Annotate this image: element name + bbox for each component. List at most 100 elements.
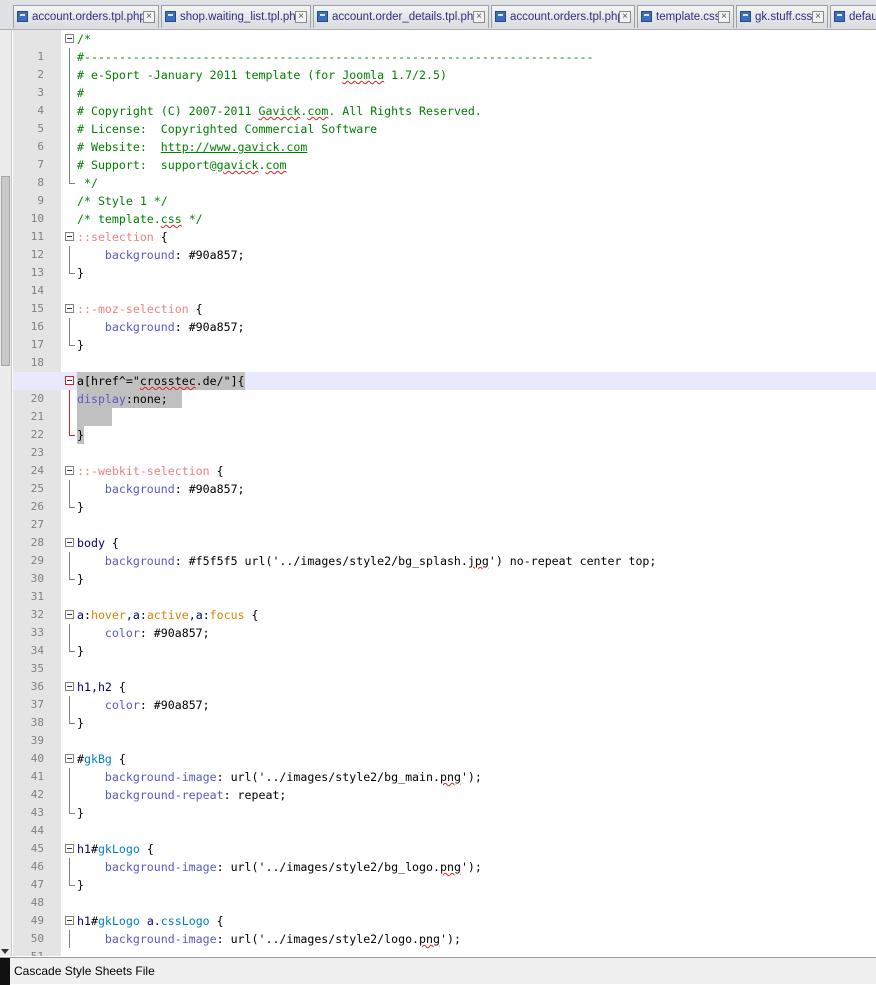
code-line: 39 } [13,714,876,747]
code-text: #---------------------------------------… [77,50,594,64]
close-icon[interactable]: × [718,11,730,23]
code-text: background-image: url('../images/style2/… [77,932,461,946]
code-line: 4 # [13,84,876,117]
code-line: 37 h1,h2 { [13,678,876,711]
code-text: background: #90a857; [77,482,245,496]
code-line: 13 background: #90a857; [13,246,876,279]
fold-toggle-icon[interactable] [65,916,74,925]
tab-account-orders[interactable]: account.orders.tpl.php × [13,5,159,28]
code-text: } [77,572,84,586]
code-line: 28 [13,516,876,549]
code-line: 2 #-------------------------------------… [13,48,876,81]
code-text: # e-Sport -January 2011 template (for Jo… [77,68,447,82]
code-text: #gkBg { [77,752,126,766]
code-line: 48 } [13,876,876,909]
tab-account-order-details[interactable]: account.order_details.tpl.php × [313,5,489,28]
scrollbar-thumb[interactable] [1,176,10,366]
close-icon[interactable]: × [473,11,485,23]
close-icon[interactable]: × [143,11,155,23]
code-line: 36 [13,660,876,693]
website-link[interactable]: http://www.gavick.com [161,140,308,154]
file-icon [740,11,751,22]
code-line: 3 # e-Sport -January 2011 template (for … [13,66,876,99]
fold-toggle-icon[interactable] [65,232,74,241]
tab-label: defau [849,11,876,23]
code-line: 6 # License: Copyrighted Commercial Soft… [13,120,876,153]
selected-code-text: display:none; [77,390,182,408]
code-line-current: 20 a[href^="crosstec.de/"]{ [13,372,876,405]
file-icon [641,11,652,22]
file-icon [317,11,328,22]
code-line: 17 background: #90a857; [13,318,876,351]
code-line: 33 a:hover,a:active,a:focus { [13,606,876,639]
code-editor[interactable]: 1 /* 2 #--------------------------------… [13,30,876,956]
code-line: 19 [13,354,876,387]
code-line: 49 [13,894,876,927]
file-icon [495,11,506,22]
code-line: 1 /* [13,30,876,63]
code-line: 50 h1#gkLogo a.cssLogo { [13,912,876,945]
code-line: 35 } [13,642,876,675]
code-line: 11 /* template.css */ [13,210,876,243]
fold-toggle-icon[interactable] [65,304,74,313]
tab-default[interactable]: defau [830,5,876,28]
code-line: 7 # Website: http://www.gavick.com [13,138,876,171]
code-text: /* template.css */ [77,212,203,226]
fold-toggle-icon[interactable] [65,376,74,385]
code-text: ::selection { [77,230,168,244]
file-type-label: Cascade Style Sheets File [14,964,155,978]
code-text: } [77,644,84,658]
code-line: 25 ::-webkit-selection { [13,462,876,495]
code-line: 32 [13,588,876,621]
code-text: # Support: support@gavick.com [77,158,287,172]
code-text: ::-webkit-selection { [77,464,224,478]
vertical-scrollbar[interactable] [0,30,12,956]
status-bar: Cascade Style Sheets File [0,957,876,985]
fold-toggle-icon[interactable] [65,754,74,763]
code-text: } [77,338,84,352]
code-line: 14 } [13,264,876,297]
code-text: color: #90a857; [77,698,210,712]
code-text: # License: Copyrighted Commercial Softwa… [77,122,378,136]
selected-code-text: } [77,426,84,444]
code-line: 9 */ [13,174,876,207]
code-text: color: #90a857; [77,626,210,640]
code-line: 34 color: #90a857; [13,624,876,657]
line-number: 51 [13,948,44,956]
fold-toggle-icon[interactable] [65,538,74,547]
tab-label: template.css [656,11,721,23]
code-line: 23 } [13,426,876,459]
code-text: } [77,806,84,820]
code-text: background-repeat: repeat; [77,788,287,802]
fold-toggle-icon[interactable] [65,34,74,43]
scroll-down-arrow-icon[interactable] [1,949,9,954]
code-text: # Copyright (C) 2007-2011 Gavick.com. Al… [77,104,482,118]
code-line: 18 } [13,336,876,369]
code-text: h1#gkLogo a.cssLogo { [77,914,224,928]
fold-toggle-icon[interactable] [65,682,74,691]
tab-template-css[interactable]: template.css × [637,5,734,28]
fold-toggle-icon[interactable] [65,844,74,853]
code-line: 15 [13,282,876,315]
code-line: 45 [13,822,876,855]
code-text: background-image: url('../images/style2/… [77,770,482,784]
fold-toggle-icon[interactable] [65,610,74,619]
close-icon[interactable]: × [812,11,824,23]
fold-toggle-icon[interactable] [65,466,74,475]
tab-gk-stuff-css[interactable]: gk.stuff.css × [736,5,828,28]
close-icon[interactable]: × [295,11,307,23]
tab-label: account.orders.tpl.php [32,11,146,23]
code-text: } [77,878,84,892]
code-text: background: #90a857; [77,320,245,334]
code-line: 5 # Copyright (C) 2007-2011 Gavick.com. … [13,102,876,135]
tab-account-orders-2[interactable]: account.orders.tpl.php × [491,5,635,28]
code-line: 24 [13,444,876,477]
code-text: background: #f5f5f5 url('../images/style… [77,554,657,568]
tab-shop-waiting-list[interactable]: shop.waiting_list.tpl.php × [161,5,311,28]
code-text: background: #90a857; [77,248,245,262]
close-icon[interactable]: × [619,11,631,23]
selected-code-text [77,408,112,426]
code-line: 8 # Support: support@gavick.com [13,156,876,189]
tab-label: gk.stuff.css [755,11,813,23]
file-icon [834,11,845,22]
